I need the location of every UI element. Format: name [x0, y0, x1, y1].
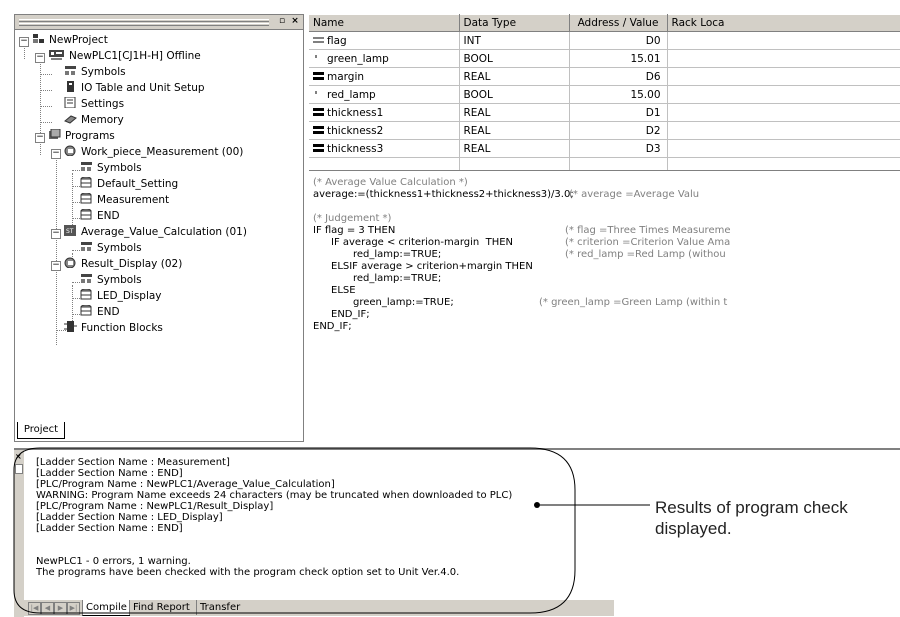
callout-dot: [534, 502, 540, 508]
callout-outline: [13, 447, 576, 614]
callout-text: Results of program check displayed.: [655, 498, 848, 538]
